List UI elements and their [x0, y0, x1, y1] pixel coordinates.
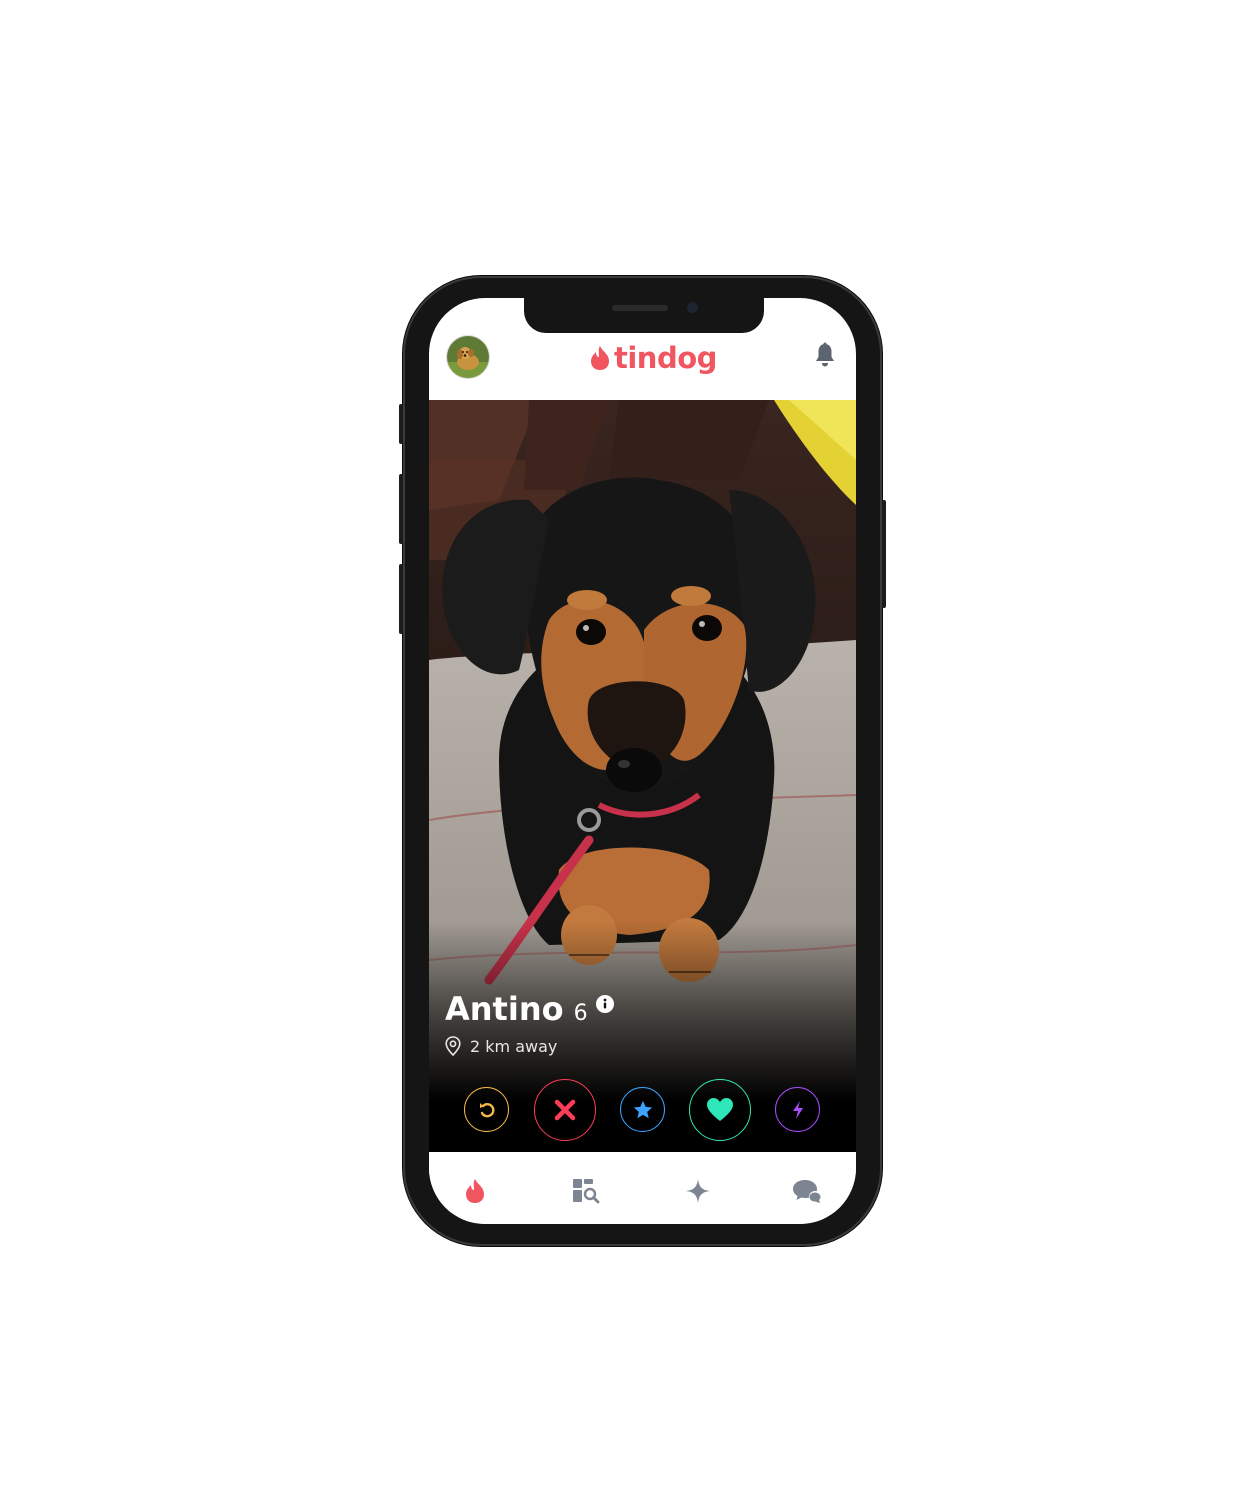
tab-swipe[interactable] [464, 1178, 486, 1208]
rewind-icon [479, 1102, 494, 1117]
bell-icon[interactable] [814, 342, 836, 372]
rewind-button[interactable] [464, 1087, 509, 1132]
front-camera [687, 302, 698, 313]
super-like-icon [633, 1100, 652, 1118]
power-button [882, 500, 886, 608]
user-avatar[interactable] [446, 335, 490, 379]
volume-down-button [399, 564, 403, 634]
nope-button[interactable] [534, 1079, 596, 1141]
messages-icon [793, 1180, 821, 1203]
flame-logo-icon [591, 346, 609, 370]
action-bar [429, 1078, 856, 1142]
notch [524, 298, 764, 333]
super-like-button[interactable] [620, 1087, 665, 1132]
like-button[interactable] [689, 1079, 751, 1141]
sparkle-icon [686, 1179, 710, 1203]
tab-explore[interactable] [572, 1178, 600, 1208]
speaker [612, 305, 668, 311]
nope-icon [554, 1099, 576, 1121]
silent-switch [399, 404, 403, 444]
flame-icon [466, 1179, 484, 1203]
app-header: tindog [429, 328, 856, 398]
distance-text: 2 km away [470, 1036, 558, 1056]
info-icon[interactable] [595, 995, 614, 1017]
like-icon [707, 1098, 733, 1121]
logo-text: tindog [614, 341, 717, 375]
tab-messages[interactable] [792, 1178, 822, 1208]
volume-up-button [399, 474, 403, 544]
boost-icon [792, 1100, 803, 1119]
profile-distance: 2 km away [445, 1036, 557, 1056]
explore-icon [573, 1179, 600, 1204]
profile-age: 6 [573, 1001, 588, 1026]
tab-top-picks[interactable] [685, 1178, 711, 1208]
boost-button[interactable] [775, 1087, 820, 1132]
phone-frame: tindog Antino 6 2 km away [399, 276, 886, 1246]
phone-screen: tindog Antino 6 2 km away [429, 298, 856, 1224]
profile-name: Antino [445, 990, 564, 1028]
bottom-tab-bar [429, 1158, 856, 1224]
app-logo: tindog [589, 340, 717, 376]
profile-title: Antino 6 [445, 990, 614, 1028]
location-pin-icon [445, 1036, 461, 1056]
profile-card[interactable]: Antino 6 2 km away [429, 400, 856, 1152]
